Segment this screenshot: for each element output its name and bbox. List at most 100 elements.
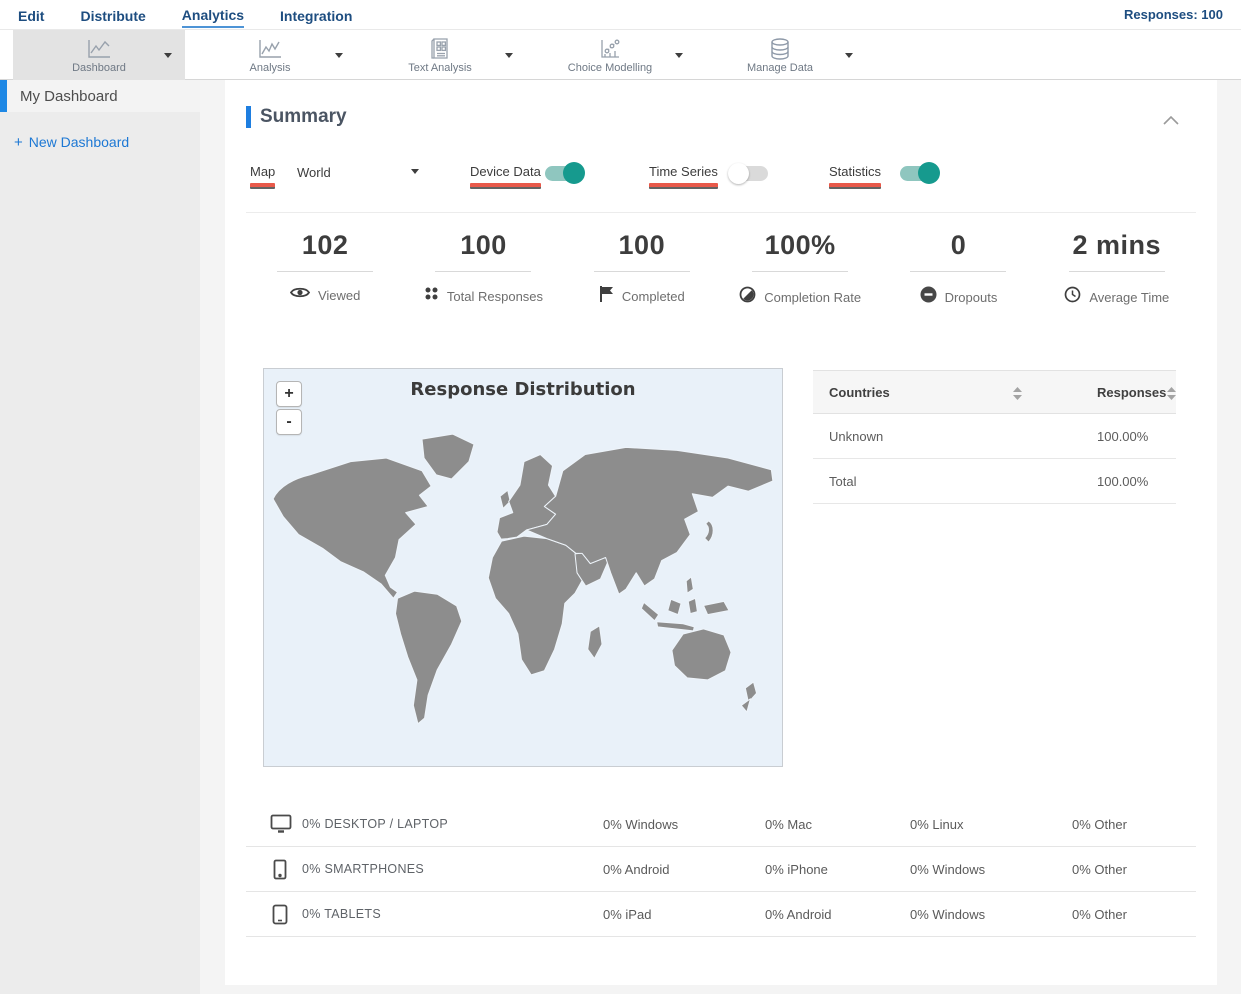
stat-label: Average Time (1089, 289, 1170, 305)
device-value: 0% Windows (603, 816, 679, 832)
map-label: Map (250, 164, 275, 189)
device-data-toggle[interactable] (545, 162, 585, 184)
summary-controls: Map World Device Data Time Series Statis… (225, 158, 1217, 198)
stat-completion-rate: 100% Completion Rate (721, 230, 879, 308)
device-category: 0% DESKTOP / LAPTOP (302, 817, 449, 831)
database-icon (768, 37, 792, 61)
toggle-knob (563, 162, 585, 184)
toolbar-choice-modelling-label: Choice Modelling (567, 61, 653, 74)
table-row: 0% DESKTOP / LAPTOP 0% Windows 0% Mac 0%… (246, 802, 1196, 847)
stat-viewed: 102 Viewed (246, 230, 404, 308)
chevron-down-icon[interactable] (164, 53, 172, 58)
divider (277, 271, 374, 272)
response-distribution-map: Response Distribution + - (263, 368, 783, 767)
nav-analytics[interactable]: Analytics (181, 2, 245, 28)
stat-label: Dropouts (944, 289, 998, 305)
toolbar-text-analysis-label: Text Analysis (408, 61, 472, 74)
table-row: Total 100.00% (813, 459, 1176, 504)
smartphone-icon (273, 859, 287, 885)
chevron-down-icon (411, 169, 419, 174)
time-series-label: Time Series (649, 164, 718, 189)
stat-value: 102 (301, 230, 349, 260)
top-nav: Edit Distribute Analytics Integration Re… (0, 0, 1241, 30)
responses-column-header[interactable]: Responses (1097, 385, 1166, 400)
nav-integration[interactable]: Integration (280, 3, 352, 27)
accent-bar (246, 106, 251, 128)
toolbar-analysis[interactable]: Analysis (184, 30, 356, 80)
device-value: 0% Linux (910, 816, 964, 832)
nav-distribute[interactable]: Distribute (80, 3, 145, 27)
table-row: 0% TABLETS 0% iPad 0% Android 0% Windows… (246, 892, 1196, 937)
toolbar-choice-modelling[interactable]: Choice Modelling (524, 30, 696, 80)
table-row: Unknown 100.00% (813, 414, 1176, 459)
minus-circle-icon (920, 286, 937, 308)
chevron-down-icon[interactable] (845, 53, 853, 58)
sort-icon[interactable] (1167, 387, 1176, 403)
stat-value: 100 (460, 230, 507, 260)
stat-total-responses: 100 Total Responses (404, 230, 562, 308)
map-region-select[interactable]: World (297, 164, 419, 182)
toolbar-analysis-label: Analysis (249, 61, 291, 74)
country-responses: 100.00% (1097, 473, 1149, 489)
country-name: Total (829, 473, 857, 489)
my-dashboard-label: My Dashboard (20, 87, 118, 105)
sidebar-item-my-dashboard[interactable]: My Dashboard (0, 80, 200, 112)
desktop-icon (270, 814, 292, 838)
device-value: 0% Other (1072, 816, 1127, 832)
new-dashboard-button[interactable]: + New Dashboard (14, 134, 200, 150)
stat-label: Viewed (317, 287, 361, 303)
toggle-knob (728, 163, 749, 184)
nav-edit[interactable]: Edit (18, 3, 44, 27)
country-responses: 100.00% (1097, 428, 1149, 444)
table-row: 0% SMARTPHONES 0% Android 0% iPhone 0% W… (246, 847, 1196, 892)
stat-dropouts: 0 Dropouts (879, 230, 1037, 308)
dashboard-sidebar: My Dashboard + New Dashboard (0, 80, 200, 994)
eye-icon (289, 286, 311, 304)
stat-value: 100 (618, 230, 666, 260)
device-value: 0% iPhone (765, 861, 828, 877)
device-category: 0% TABLETS (302, 907, 381, 921)
dots-icon (424, 286, 439, 306)
analytics-toolbar: Dashboard Analysis Text Analysis Choice … (0, 30, 1241, 80)
scatter-chart-icon (598, 37, 622, 61)
toolbar-text-analysis[interactable]: Text Analysis (354, 30, 526, 80)
device-value: 0% Android (603, 861, 670, 877)
summary-card: Summary Map World Device Data Time Serie… (225, 80, 1217, 985)
collapse-chevron-up-icon[interactable] (1163, 112, 1179, 130)
new-dashboard-label: New Dashboard (28, 134, 130, 150)
stat-average-time: 2 mins Average Time (1038, 230, 1196, 308)
toolbar-manage-data-label: Manage Data (746, 61, 814, 74)
statistics-label: Statistics (829, 164, 881, 189)
divider (752, 271, 849, 272)
toolbar-dashboard[interactable]: Dashboard (13, 30, 185, 80)
chevron-down-icon[interactable] (335, 53, 343, 58)
country-name: Unknown (829, 428, 884, 444)
toolbar-manage-data[interactable]: Manage Data (694, 30, 866, 80)
divider (1068, 271, 1165, 272)
responses-count: Responses: 100 (1124, 7, 1223, 22)
plus-icon: + (14, 133, 23, 151)
map-zoom-in-button[interactable]: + (276, 381, 302, 407)
divider (910, 271, 1007, 272)
sort-icon[interactable] (1013, 387, 1022, 403)
statistics-toggle[interactable] (900, 162, 940, 184)
map-title: Response Distribution (410, 379, 636, 400)
device-data-table: 0% DESKTOP / LAPTOP 0% Windows 0% Mac 0%… (246, 802, 1196, 937)
device-category: 0% SMARTPHONES (302, 862, 425, 876)
device-value: 0% Windows (910, 906, 986, 922)
time-series-toggle[interactable] (728, 163, 768, 184)
world-map[interactable] (269, 427, 779, 739)
stat-completed: 100 Completed (563, 230, 721, 308)
flag-icon (599, 286, 614, 307)
stat-value: 100% (764, 230, 836, 260)
document-grid-icon (429, 37, 451, 61)
stats-row: 102 Viewed 100 Total Responses 100 Compl… (246, 230, 1196, 308)
chevron-down-icon[interactable] (505, 53, 513, 58)
countries-column-header[interactable]: Countries (829, 385, 890, 400)
chevron-down-icon[interactable] (675, 53, 683, 58)
toolbar-dashboard-label: Dashboard (72, 61, 126, 74)
device-data-label: Device Data (470, 164, 541, 189)
half-circle-icon (739, 286, 756, 308)
clock-icon (1064, 286, 1081, 308)
stat-label: Total Responses (446, 288, 544, 304)
